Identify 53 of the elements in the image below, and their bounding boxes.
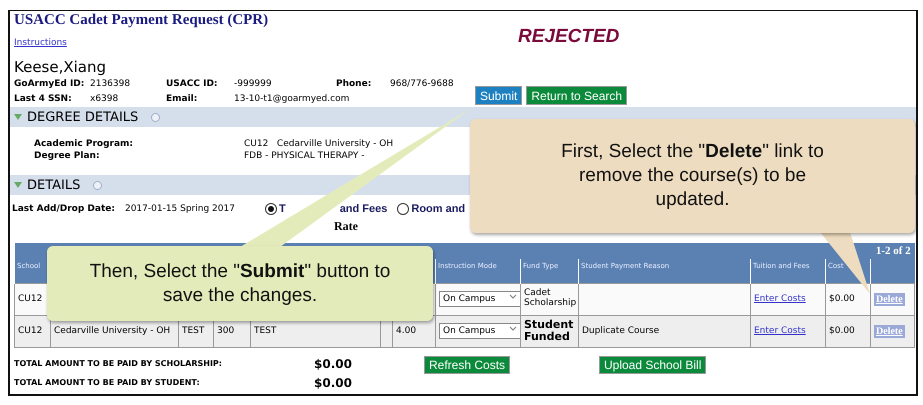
- section-title: DETAILS: [27, 178, 80, 192]
- expand-icon[interactable]: [14, 182, 22, 188]
- field-label: Email:: [166, 94, 198, 104]
- total-value: $0.00: [314, 376, 353, 390]
- refresh-costs-button[interactable]: Refresh Costs: [424, 356, 510, 374]
- field-label: Last Add/Drop Date:: [12, 204, 115, 214]
- total-label: TOTAL AMOUNT TO BE PAID BY STUDENT:: [14, 378, 201, 387]
- field-label: Last 4 SSN:: [14, 94, 72, 104]
- field-value: 2017-01-15 Spring 2017: [124, 204, 235, 214]
- status-label: REJECTED: [518, 26, 620, 48]
- callout-text: Then, Select the "Submit" button to save the changes.: [88, 260, 392, 308]
- field-label: Phone:: [336, 79, 372, 89]
- field-label: USACC ID:: [166, 79, 218, 89]
- table-cell: $0.00: [826, 283, 870, 315]
- chevron-down-icon: [509, 326, 517, 332]
- instruction-mode-select[interactable]: On Campus: [439, 323, 520, 339]
- submit-button[interactable]: Submit: [475, 86, 522, 105]
- radio-label: Room and: [411, 203, 466, 215]
- field-value: 13-10-t1@goarmyed.com: [234, 94, 350, 104]
- help-icon[interactable]: [151, 112, 160, 122]
- field-value: 2136398: [90, 79, 130, 89]
- help-icon[interactable]: [93, 180, 102, 190]
- total-label: TOTAL AMOUNT TO BE PAID BY SCHOLARSHIP:: [14, 359, 223, 368]
- student-name: Keese,Xiang: [14, 58, 108, 76]
- return-button[interactable]: Return to Search: [526, 86, 628, 105]
- field-value: FDB - PHYSICAL THERAPY -: [244, 151, 364, 161]
- radio-label: T: [278, 203, 286, 215]
- delete-link[interactable]: Delete: [874, 324, 905, 338]
- table-cell: Cadet Scholarship: [520, 283, 578, 315]
- field-value: CU12 Cedarville University - OH: [244, 139, 394, 149]
- table-cell: Duplicate Course: [578, 315, 750, 347]
- rate-label: Rate: [334, 219, 358, 235]
- radio-button[interactable]: [264, 203, 277, 215]
- field-label: GoArmyEd ID:: [14, 79, 84, 89]
- section-title: DEGREE DETAILS: [27, 110, 138, 124]
- table-cell: CU12: [14, 315, 50, 347]
- table-cell: $0.00: [826, 315, 870, 347]
- upload-bill-button[interactable]: Upload School Bill: [599, 356, 706, 374]
- page-title: USACC Cadet Payment Request (CPR): [13, 11, 270, 30]
- field-value: x6398: [90, 94, 118, 104]
- chevron-down-icon: [509, 294, 517, 300]
- radio-button[interactable]: [397, 203, 410, 215]
- field-label: Academic Program:: [34, 139, 133, 149]
- field-value: -999999: [234, 79, 272, 89]
- instructions-link[interactable]: Instructions: [14, 38, 67, 48]
- delete-link[interactable]: Delete: [874, 292, 905, 306]
- field-label: Degree Plan:: [34, 151, 100, 161]
- total-value: $0.00: [314, 356, 353, 370]
- instruction-mode-select[interactable]: On Campus: [439, 291, 520, 307]
- radio-label: and Fees: [340, 203, 388, 215]
- expand-icon[interactable]: [14, 114, 22, 120]
- table-cell: Student Funded: [520, 315, 578, 347]
- field-value: 968/776-9688: [390, 79, 454, 89]
